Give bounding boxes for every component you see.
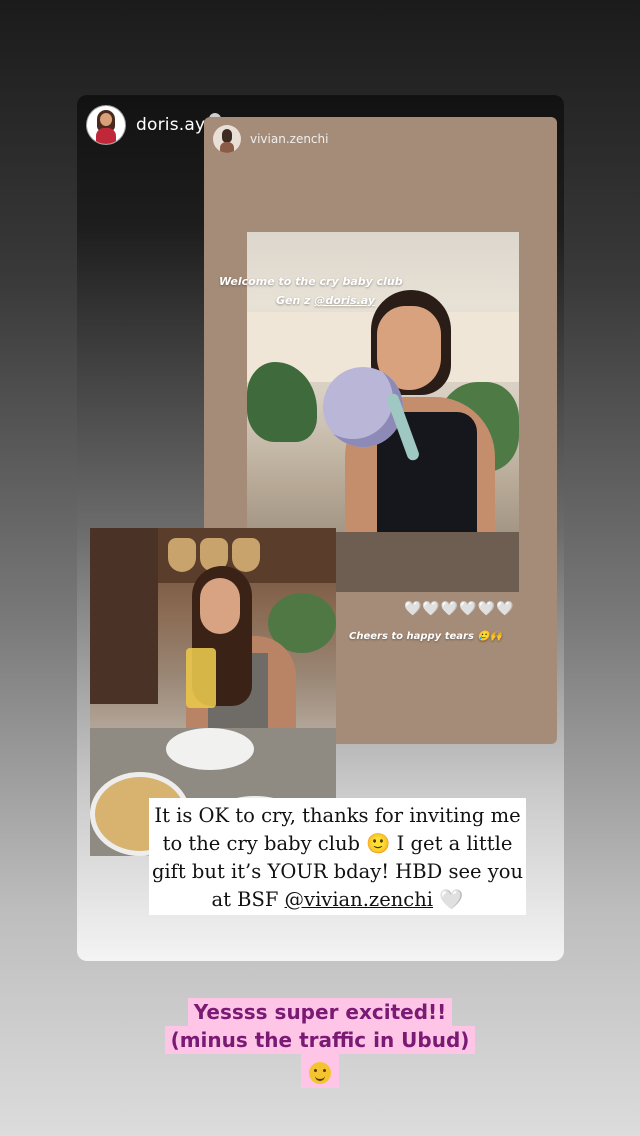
reply-sticker: Yessss super excited!! (minus the traffi… <box>0 998 640 1088</box>
caption-genz: Gen z @doris.ay <box>276 294 375 307</box>
mention-vivian[interactable]: @vivian.zenchi <box>285 888 433 911</box>
pendant-lamp <box>168 538 196 572</box>
face-with-tongue-emoji-icon <box>309 1061 331 1084</box>
reshared-header[interactable]: vivian.zenchi <box>213 125 328 153</box>
hearts-row: 🤍🤍🤍🤍🤍🤍 <box>404 601 515 617</box>
author-avatar[interactable] <box>87 106 125 144</box>
caption-cheers: Cheers to happy tears 🥲🙌 <box>349 631 503 642</box>
caption-genz-prefix: Gen z <box>276 294 315 307</box>
avatar-body <box>220 142 234 153</box>
reply-emoji-wrap <box>301 1054 339 1088</box>
mention-doris[interactable]: @doris.ay <box>314 294 375 307</box>
avatar-face <box>100 113 112 126</box>
pendant-lamp <box>232 538 260 572</box>
comment-text-box: It is OK to cry, thanks for inviting me … <box>149 798 526 915</box>
avatar-hair <box>222 129 232 143</box>
reshared-username[interactable]: vivian.zenchi <box>250 132 328 146</box>
reply-line-2: (minus the traffic in Ubud) <box>164 1026 476 1054</box>
caption-welcome: Welcome to the cry baby club <box>219 275 403 288</box>
reply-line-1: Yessss super excited!! <box>187 998 453 1026</box>
drink-glass <box>186 648 216 708</box>
author-username[interactable]: doris.ay <box>136 115 205 135</box>
person-face <box>200 578 240 634</box>
reshared-avatar[interactable] <box>213 125 241 153</box>
avatar-top <box>96 128 116 144</box>
shelf <box>90 528 158 704</box>
comment-suffix: 🤍 <box>433 888 464 911</box>
story-header[interactable]: doris.ay <box>87 105 222 145</box>
plate <box>166 728 254 770</box>
